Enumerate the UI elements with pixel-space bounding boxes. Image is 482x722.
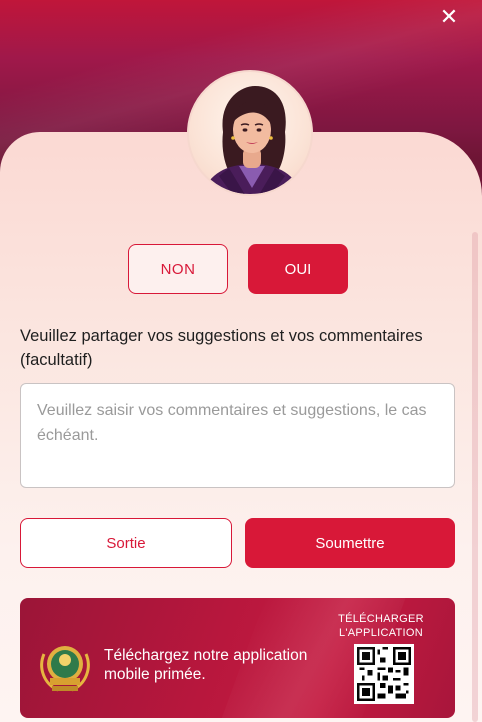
avatar-illustration-icon <box>203 86 301 194</box>
submit-button[interactable]: Soumettre <box>245 518 455 568</box>
action-buttons: Sortie Soumettre <box>20 518 455 568</box>
feedback-textarea[interactable]: Veuillez saisir vos commentaires et sugg… <box>20 383 455 488</box>
scrollbar[interactable] <box>472 232 478 722</box>
banner-text: Téléchargez notre application mobile pri… <box>104 647 308 683</box>
avatar <box>187 70 313 196</box>
yes-no-choice: NON OUI <box>128 244 348 294</box>
qr-code-icon[interactable] <box>354 644 414 704</box>
feedback-prompt: Veuillez partager vos suggestions et vos… <box>20 327 423 369</box>
download-app-label: TÉLÉCHARGER L'APPLICATION <box>338 613 424 639</box>
award-laurel-icon <box>40 646 90 692</box>
app-download-banner[interactable]: Téléchargez notre application mobile pri… <box>20 598 455 718</box>
feedback-modal: ✕ NON OUI Veuillez partager vos suggesti… <box>0 0 482 722</box>
exit-button[interactable]: Sortie <box>20 518 232 568</box>
yes-button[interactable]: OUI <box>248 244 348 294</box>
no-button[interactable]: NON <box>128 244 228 294</box>
close-icon[interactable]: ✕ <box>438 6 460 28</box>
feedback-placeholder: Veuillez saisir vos commentaires et sugg… <box>37 402 427 444</box>
